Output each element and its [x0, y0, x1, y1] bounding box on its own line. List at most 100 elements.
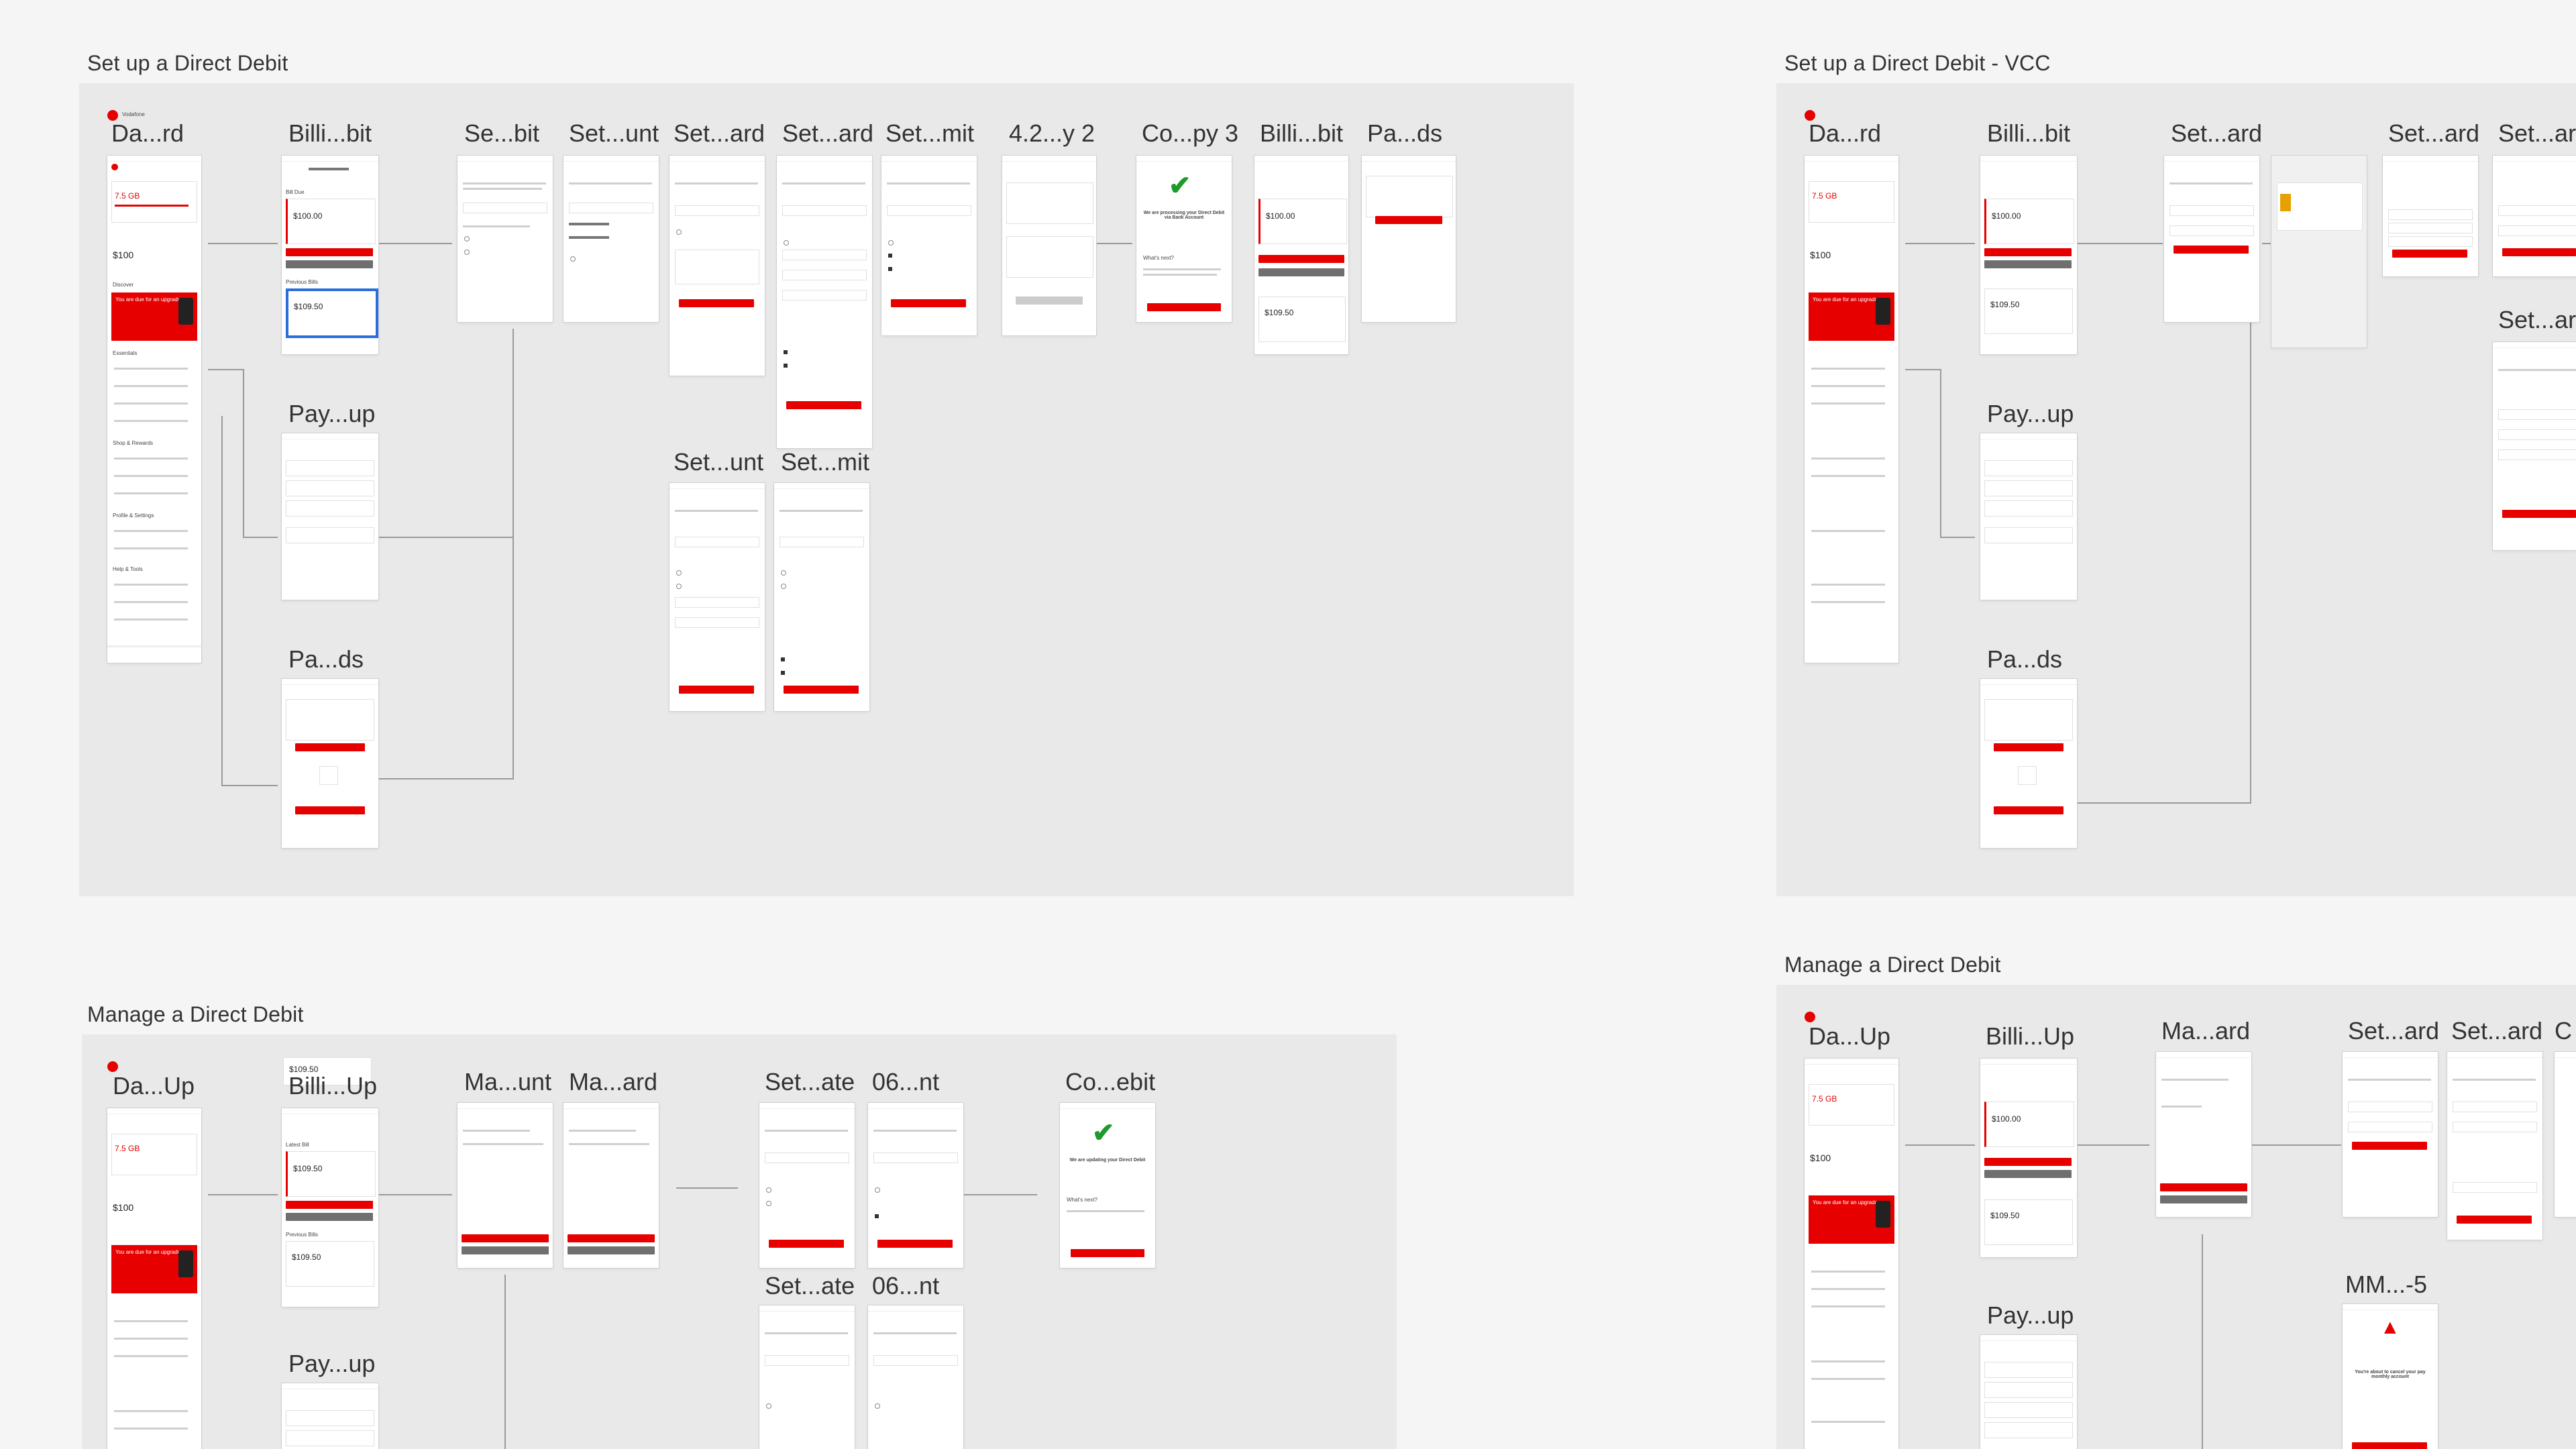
upgrade-hero-banner[interactable]: You are due for an upgrade [111, 292, 197, 341]
frame-label-manage-06-nt: 06...nt [872, 1068, 940, 1095]
frame-set-unt-2[interactable] [669, 483, 765, 711]
continue-button[interactable] [1994, 806, 2063, 814]
edit-button[interactable] [462, 1234, 549, 1242]
done-button[interactable] [1147, 303, 1221, 311]
pay-now-button[interactable] [1984, 1158, 2072, 1166]
set-up-button[interactable] [2174, 246, 2249, 254]
bill-due-card[interactable]: $100.00 [286, 199, 376, 244]
set-up-button[interactable] [679, 686, 754, 694]
frame-vcc-pay-up[interactable] [1980, 433, 2077, 600]
frame-right-set-ard-2[interactable] [2447, 1052, 2542, 1240]
frame-manage-set-ate-2[interactable] [759, 1305, 855, 1449]
set-up-button[interactable] [2502, 248, 2576, 256]
frame-manage-06-nt-2[interactable] [868, 1305, 963, 1449]
edit-button[interactable] [568, 1234, 655, 1242]
confirm-cancel-button[interactable] [2352, 1442, 2427, 1449]
upgrade-hero-banner[interactable]: You are due for an upgrade [111, 1245, 197, 1293]
frame-label-vcc-pa-ds: Pa...ds [1987, 645, 2063, 673]
manage-direct-debit-button[interactable] [1258, 255, 1344, 263]
frame-copy-2[interactable] [1002, 156, 1096, 335]
frame-right-ma-ard[interactable] [2156, 1052, 2251, 1217]
pay-bill-button[interactable] [1258, 268, 1344, 276]
submit-button[interactable] [891, 299, 966, 307]
submit-button[interactable] [784, 686, 859, 694]
canvas[interactable]: { "sections": { "setup": "Set up a Direc… [0, 0, 2576, 1449]
frame-right-c[interactable] [2555, 1052, 2576, 1217]
frame-pa-ds-right[interactable] [1362, 156, 1456, 322]
frame-manage-set-ate[interactable] [759, 1103, 855, 1268]
upgrade-hero-banner[interactable]: You are due for an upgrade [1809, 292, 1894, 341]
frame-manage-pay-up[interactable] [282, 1383, 378, 1449]
manage-direct-debit-button[interactable] [1984, 1170, 2072, 1178]
frame-billing-2[interactable]: $100.00 $109.50 [1254, 156, 1348, 354]
section-manage-bg [82, 1034, 1397, 1449]
frame-right-billing[interactable]: $100.00 $109.50 [1980, 1059, 2077, 1257]
frame-billing[interactable]: Bill Due $100.00 Previous Bills $109.50 [282, 156, 378, 354]
frame-set-bit[interactable] [458, 156, 553, 322]
confirm-button[interactable] [1016, 297, 1083, 305]
frame-vcc-modal[interactable] [2271, 156, 2367, 347]
manage-direct-debit-button[interactable] [286, 1213, 373, 1221]
frame-set-mit-2[interactable] [774, 483, 869, 711]
whats-next-heading: What's next? [1143, 255, 1174, 261]
frame-manage-billing[interactable]: Latest Bill $109.50 Previous Bills $109.… [282, 1108, 378, 1307]
frame-vcc-set-ar-2[interactable] [2493, 342, 2576, 550]
frame-manage-ma-unt[interactable] [458, 1103, 553, 1268]
upgrade-hero-banner[interactable]: You are due for an upgrade [1809, 1195, 1894, 1244]
flow-connector [2202, 1234, 2203, 1449]
frame-label-manage-ma-ard: Ma...ard [569, 1068, 658, 1095]
cancel-direct-debit-button[interactable] [2160, 1195, 2247, 1203]
flow-connector [2250, 268, 2251, 804]
flow-connector [1940, 369, 1941, 537]
pay-bill-button[interactable] [1984, 260, 2072, 268]
set-up-button[interactable] [2457, 1216, 2532, 1224]
frame-manage-ma-ard[interactable] [564, 1103, 659, 1268]
frame-set-unt[interactable] [564, 156, 659, 322]
frame-copy-3[interactable]: ✔ We are processing your Direct Debit vi… [1136, 156, 1232, 322]
set-up-button[interactable] [679, 299, 754, 307]
update-button[interactable] [769, 1240, 844, 1248]
frame-vcc-set-ard-2[interactable] [2383, 156, 2478, 276]
frame-manage-co-ebit[interactable]: ✔ We are updating your Direct Debit What… [1060, 1103, 1155, 1268]
frame-set-ard-2[interactable] [777, 156, 872, 448]
cancel-direct-debit-button[interactable] [462, 1246, 549, 1254]
frame-manage-dashboard[interactable]: 7.5 GB $100 You are due for an upgrade [107, 1108, 201, 1449]
frame-right-mm5[interactable]: ▲ You're about to cancel your pay monthl… [2343, 1304, 2438, 1449]
frame-set-ard[interactable] [669, 156, 765, 376]
amount-due-value: $100.00 [293, 211, 323, 221]
continue-button[interactable] [295, 806, 365, 814]
frame-right-set-ard[interactable] [2343, 1052, 2438, 1217]
add-card-button[interactable] [1994, 743, 2063, 751]
frame-set-mit[interactable] [881, 156, 977, 335]
set-up-direct-debit-button[interactable] [286, 248, 373, 256]
previous-bill-card[interactable]: $109.50 [286, 288, 378, 338]
pay-now-button[interactable] [286, 1201, 373, 1209]
frame-vcc-set-ar[interactable] [2493, 156, 2576, 276]
frame-vcc-billing[interactable]: $100.00 $109.50 [1980, 156, 2077, 354]
flow-connector [378, 1194, 452, 1195]
update-button[interactable] [877, 1240, 953, 1248]
frame-manage-06-nt[interactable] [868, 1103, 963, 1268]
frame-dashboard[interactable]: 7.5 GB $100 Discover You are due for an … [107, 156, 201, 663]
flow-connector [1905, 243, 1975, 244]
set-up-button[interactable] [786, 401, 861, 409]
frame-label-manage-ma-unt: Ma...unt [464, 1068, 552, 1095]
set-up-button[interactable] [2392, 250, 2467, 258]
frame-right-dashboard[interactable]: 7.5 GB $100 You are due for an upgrade [1805, 1059, 1898, 1449]
frame-right-pay-up[interactable] [1980, 1335, 2077, 1449]
frame-label-manage-06-nt-2: 06...nt [872, 1272, 940, 1299]
frame-pay-up[interactable] [282, 433, 378, 600]
edit-button[interactable] [2160, 1183, 2247, 1191]
add-card-button[interactable] [295, 743, 365, 751]
frame-vcc-dashboard[interactable]: 7.5 GB $100 You are due for an upgrade [1805, 156, 1898, 663]
add-card-button[interactable] [1375, 216, 1442, 224]
frame-pa-ds[interactable] [282, 679, 378, 848]
frame-vcc-pa-ds[interactable] [1980, 679, 2077, 848]
cancel-direct-debit-button[interactable] [568, 1246, 655, 1254]
set-up-direct-debit-button[interactable] [1984, 248, 2072, 256]
done-button[interactable] [1071, 1249, 1144, 1257]
pay-bill-button[interactable] [286, 260, 373, 268]
set-up-button[interactable] [2352, 1142, 2427, 1150]
set-up-button[interactable] [2502, 510, 2576, 518]
frame-vcc-set-ard[interactable] [2164, 156, 2259, 322]
